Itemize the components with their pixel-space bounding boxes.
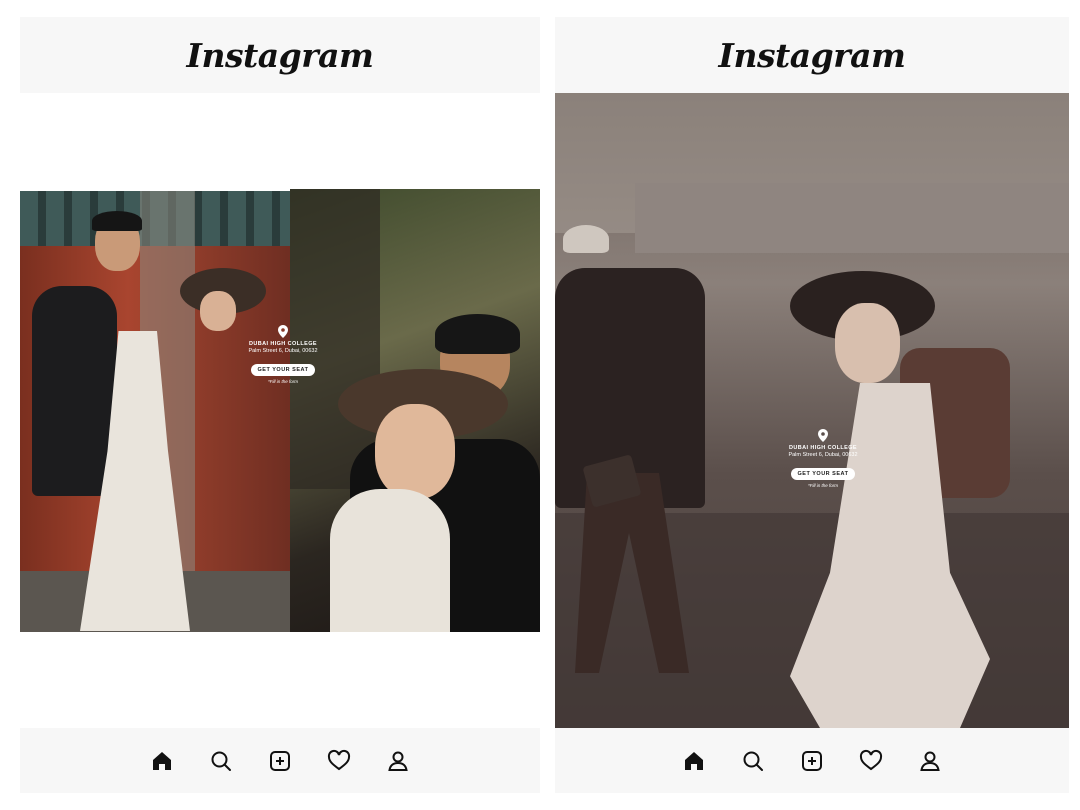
- top-bar: Instagram: [20, 17, 540, 93]
- add-post-icon[interactable]: [268, 749, 292, 773]
- ad-title: DUBAI HIGH COLLEGE: [788, 445, 857, 451]
- search-icon[interactable]: [741, 749, 765, 773]
- woman-face: [200, 291, 236, 331]
- search-icon[interactable]: [209, 749, 233, 773]
- phone-screen-right: Instagram DUBAI HIGH COLLEGE Palm Street…: [555, 17, 1069, 793]
- heart-icon[interactable]: [859, 749, 883, 773]
- home-icon[interactable]: [682, 749, 706, 773]
- location-pin-icon: [278, 325, 288, 338]
- man-jacket: [32, 286, 117, 496]
- man-cap: [563, 225, 609, 253]
- ad-note: *Fill in the form: [267, 379, 298, 384]
- man-hair: [92, 211, 142, 231]
- instagram-logo[interactable]: Instagram: [719, 36, 906, 75]
- location-pin-icon: [818, 429, 828, 442]
- woman-face: [835, 303, 900, 383]
- post-photo-brick-wall[interactable]: [20, 191, 290, 632]
- top-bar: Instagram: [555, 17, 1069, 93]
- ad-address: Palm Street 6, Dubai, 00632: [788, 452, 858, 458]
- heart-icon[interactable]: [327, 749, 351, 773]
- ad-title: DUBAI HIGH COLLEGE: [248, 341, 317, 347]
- profile-icon[interactable]: [386, 749, 410, 773]
- ad-overlay: DUBAI HIGH COLLEGE Palm Street 6, Dubai,…: [775, 429, 871, 488]
- get-your-seat-button[interactable]: GET YOUR SEAT: [790, 468, 856, 480]
- bottom-nav-bar: [555, 728, 1069, 793]
- profile-icon[interactable]: [918, 749, 942, 773]
- ad-address: Palm Street 6, Dubai, 00632: [248, 348, 318, 354]
- instagram-logo[interactable]: Instagram: [187, 36, 374, 75]
- add-post-icon[interactable]: [800, 749, 824, 773]
- man-hair: [435, 314, 520, 354]
- phone-screen-left: Instagram DUBAI HIGH COLLEGE Palm Street…: [20, 17, 540, 793]
- bottom-nav-bar: [20, 728, 540, 793]
- post-photo-laughing-couple[interactable]: [290, 189, 540, 632]
- post-photo-running-couple[interactable]: [555, 93, 1069, 728]
- woman-face: [375, 404, 455, 499]
- woman-lace-top: [330, 489, 450, 632]
- home-icon[interactable]: [150, 749, 174, 773]
- get-your-seat-button[interactable]: GET YOUR SEAT: [250, 364, 316, 376]
- ad-overlay: DUBAI HIGH COLLEGE Palm Street 6, Dubai,…: [235, 325, 331, 384]
- stone-balustrade: [635, 183, 1069, 253]
- ad-note: *Fill in the form: [807, 483, 838, 488]
